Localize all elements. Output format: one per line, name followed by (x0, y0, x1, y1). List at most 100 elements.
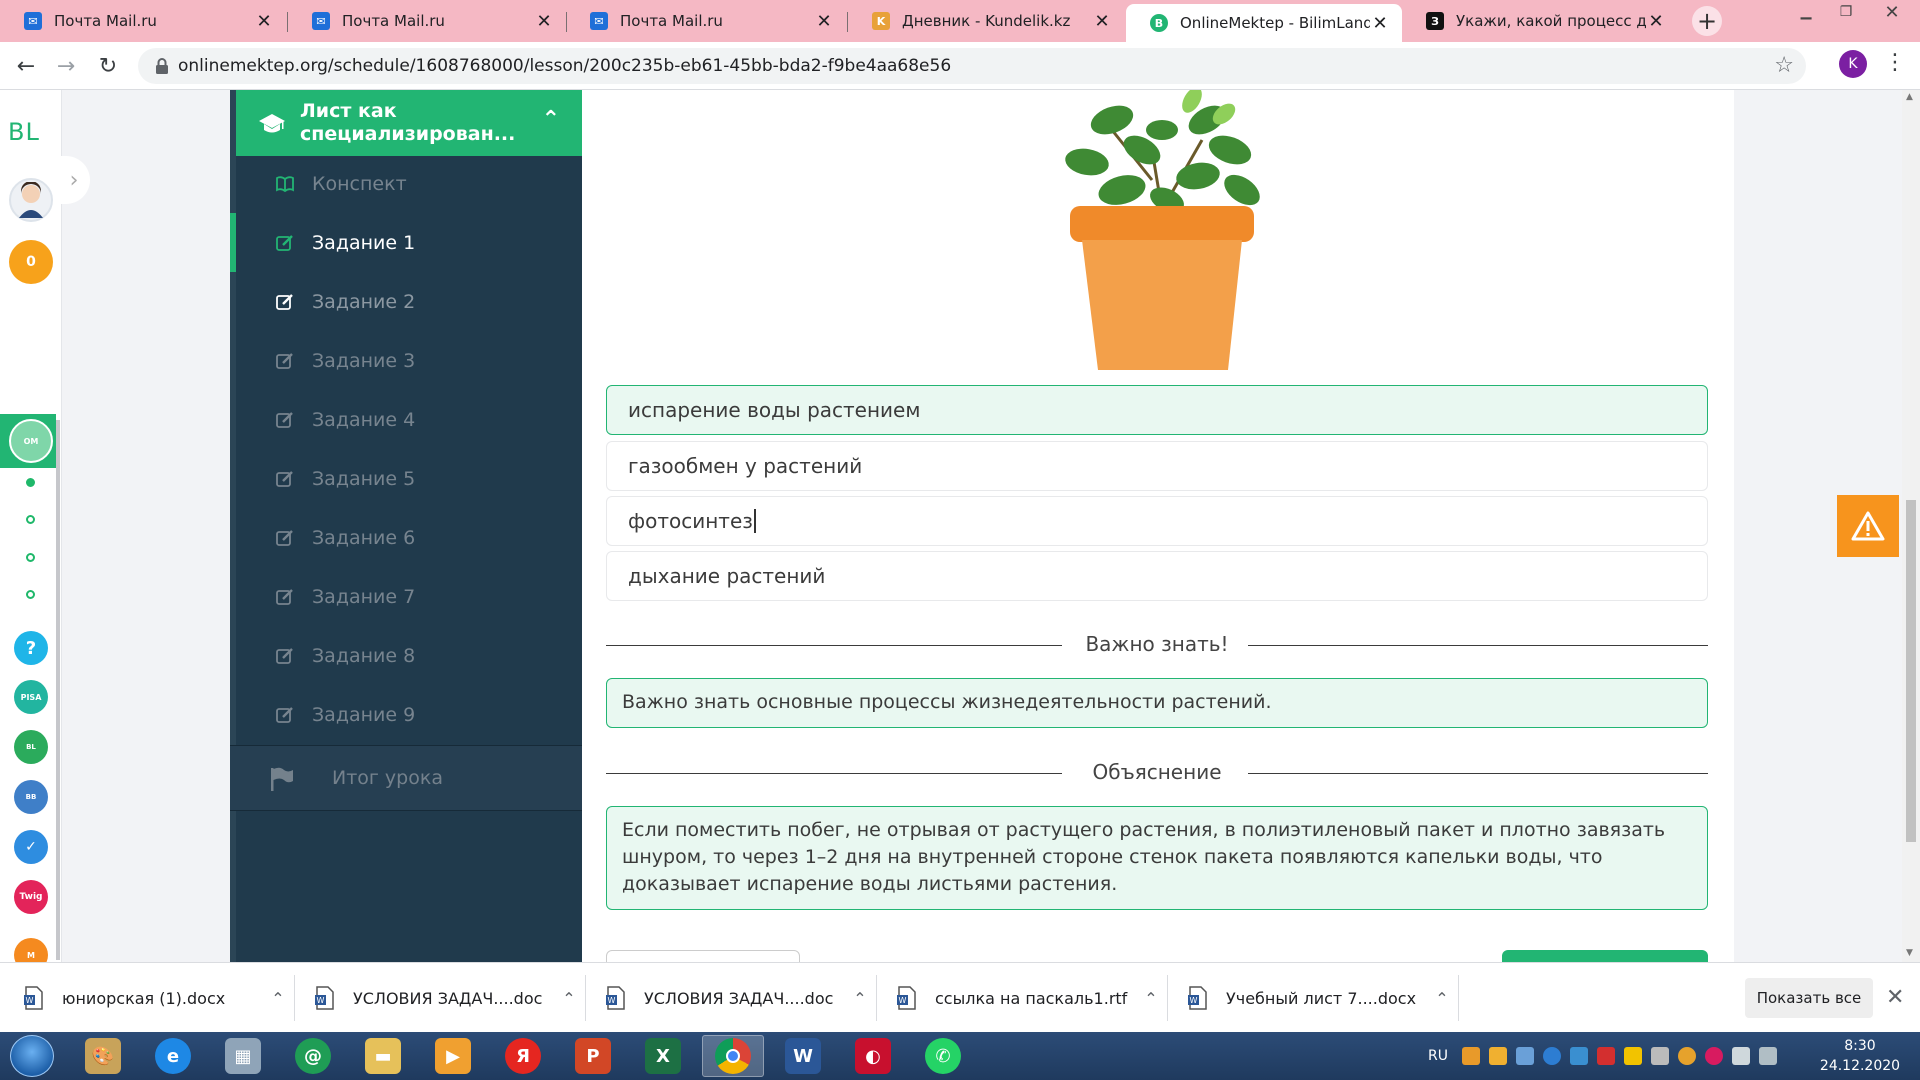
tray-app-icon[interactable] (1515, 1047, 1534, 1065)
scrollbar-thumb[interactable] (1906, 500, 1916, 842)
scroll-down-arrow-icon[interactable]: ▼ (1906, 948, 1913, 958)
close-icon[interactable]: ✕ (1092, 11, 1112, 32)
scroll-up-arrow-icon[interactable]: ▲ (1906, 92, 1913, 102)
close-icon[interactable]: ✕ (1886, 985, 1904, 1010)
tray-app-icon[interactable] (1461, 1047, 1480, 1065)
download-item[interactable]: W ссылка на паскаль1.rtf ⌃ (897, 963, 1161, 1033)
bilimland-app-icon[interactable]: BL (14, 730, 48, 764)
tray-app-icon[interactable] (1704, 1047, 1723, 1065)
profile-avatar[interactable]: K (1839, 50, 1867, 78)
bilimland-logo[interactable]: BL (8, 118, 40, 146)
tray-app-icon[interactable] (1569, 1047, 1588, 1065)
sidebar-item-task-5[interactable]: Задание 5 (236, 449, 582, 508)
rail-dot-active[interactable] (26, 478, 35, 487)
close-icon[interactable]: ✕ (1370, 13, 1390, 34)
show-all-downloads-button[interactable]: Показать все (1745, 978, 1873, 1018)
forward-button[interactable]: → (52, 52, 80, 80)
taskbar-antivirus[interactable]: ◐ (842, 1035, 904, 1077)
restore-button[interactable]: ❐ (1826, 0, 1866, 24)
close-icon[interactable]: ✕ (254, 11, 274, 32)
itest-icon[interactable]: ✓ (14, 830, 48, 864)
tray-app-icon[interactable] (1542, 1047, 1561, 1065)
user-avatar[interactable] (9, 178, 53, 222)
minimize-button[interactable]: ▁ (1786, 0, 1826, 24)
taskbar-media-player[interactable]: ▶ (422, 1035, 484, 1077)
sidebar-item-task-8[interactable]: Задание 8 (236, 626, 582, 685)
chevron-up-icon[interactable]: ⌃ (559, 989, 579, 1008)
printer-icon[interactable] (1731, 1047, 1750, 1065)
new-tab-button[interactable]: + (1692, 6, 1722, 36)
taskbar-powerpoint[interactable]: P (562, 1035, 624, 1077)
online-mektep-icon[interactable]: OM (9, 419, 53, 463)
browser-tab-znanija[interactable]: З Укажи, какой процесс демо ✕ (1402, 2, 1678, 40)
window-close-button[interactable]: ✕ (1872, 0, 1912, 24)
address-bar[interactable]: onlinemektep.org/schedule/1608768000/les… (138, 48, 1806, 84)
answer-option[interactable]: газообмен у растений (606, 441, 1708, 491)
bookmark-star-icon[interactable]: ☆ (1774, 53, 1794, 78)
browser-tab-bilimland[interactable]: B OnlineMektep - BilimLand ✕ (1126, 4, 1402, 42)
tray-app-icon[interactable] (1488, 1047, 1507, 1065)
download-item[interactable]: W юниорская (1).docx ⌃ (24, 963, 288, 1033)
download-item[interactable]: W УСЛОВИЯ ЗАДАЧ....doc ⌃ (315, 963, 579, 1033)
answer-option-correct[interactable]: испарение воды растением (606, 385, 1708, 435)
coins-badge[interactable]: 0 (9, 240, 53, 284)
answer-option[interactable]: фотосинтез (606, 496, 1708, 546)
twig-icon[interactable]: Twig (14, 880, 48, 914)
sidebar-item-task-2[interactable]: Задание 2 (236, 272, 582, 331)
volume-icon[interactable] (1650, 1047, 1669, 1065)
bilimbook-icon[interactable]: BB (14, 780, 48, 814)
browser-menu-icon[interactable]: ⋮ (1884, 50, 1906, 75)
chevron-up-icon[interactable]: ⌃ (1141, 989, 1161, 1008)
back-button[interactable]: ← (12, 52, 40, 80)
taskbar-word[interactable]: W (772, 1035, 834, 1077)
start-button[interactable] (10, 1035, 54, 1077)
mektep-icon[interactable]: M (14, 938, 48, 962)
rail-dot[interactable] (26, 553, 35, 562)
taskbar-explorer[interactable]: ▬ (352, 1035, 414, 1077)
sidebar-item-lesson-summary[interactable]: Итог урока (230, 745, 582, 811)
previous-task-button[interactable] (606, 950, 800, 962)
reload-button[interactable]: ↻ (94, 52, 122, 80)
close-icon[interactable]: ✕ (534, 11, 554, 32)
sidebar-item-task-1[interactable]: Задание 1 (230, 213, 582, 272)
help-icon[interactable]: ? (14, 631, 48, 665)
close-icon[interactable]: ✕ (814, 11, 834, 32)
tray-app-icon[interactable] (1677, 1047, 1696, 1065)
browser-tab-mail-3[interactable]: ✉ Почта Mail.ru ✕ (566, 2, 846, 40)
rail-scrollbar[interactable] (56, 420, 60, 960)
tray-app-icon[interactable] (1596, 1047, 1615, 1065)
taskbar-whatsapp[interactable]: ✆ (912, 1035, 974, 1077)
sidebar-item-konspekt[interactable]: Конспект (236, 154, 582, 213)
download-item[interactable]: W УСЛОВИЯ ЗАДАЧ....doc ⌃ (606, 963, 870, 1033)
taskbar-paint[interactable]: 🎨 (72, 1035, 134, 1077)
pisa-icon[interactable]: PISA (14, 680, 48, 714)
language-indicator[interactable]: RU (1428, 1048, 1448, 1064)
taskbar-yandex[interactable]: Я (492, 1035, 554, 1077)
taskbar-internet-explorer[interactable]: e (142, 1035, 204, 1077)
taskbar-chrome[interactable] (702, 1035, 764, 1077)
download-item[interactable]: W Учебный лист 7....docx ⌃ (1188, 963, 1452, 1033)
browser-tab-kundelik[interactable]: K Дневник - Kundelik.kz ✕ (848, 2, 1124, 40)
close-icon[interactable]: ✕ (1646, 11, 1666, 32)
network-icon[interactable] (1758, 1047, 1777, 1065)
page-scrollbar[interactable]: ▲ ▼ (1902, 90, 1920, 962)
chevron-up-icon[interactable]: ⌃ (542, 108, 560, 131)
taskbar-mail-agent[interactable]: @ (282, 1035, 344, 1077)
chevron-up-icon[interactable]: ⌃ (850, 989, 870, 1008)
sidebar-item-task-9[interactable]: Задание 9 (236, 685, 582, 744)
rail-dot[interactable] (26, 515, 35, 524)
sidebar-item-task-7[interactable]: Задание 7 (236, 567, 582, 626)
chevron-up-icon[interactable]: ⌃ (268, 989, 288, 1008)
sidebar-item-task-6[interactable]: Задание 6 (236, 508, 582, 567)
tray-app-icon[interactable] (1623, 1047, 1642, 1065)
lesson-section-header[interactable]: Лист как специализирован... ⌃ (236, 90, 582, 156)
report-problem-button[interactable] (1837, 495, 1899, 557)
system-clock[interactable]: 8:30 24.12.2020 (1810, 1036, 1910, 1076)
browser-tab-mail-1[interactable]: ✉ Почта Mail.ru ✕ (0, 2, 286, 40)
chevron-up-icon[interactable]: ⌃ (1432, 989, 1452, 1008)
answer-option[interactable]: дыхание растений (606, 551, 1708, 601)
sidebar-item-task-3[interactable]: Задание 3 (236, 331, 582, 390)
next-task-button[interactable] (1502, 950, 1708, 962)
taskbar-excel[interactable]: X (632, 1035, 694, 1077)
sidebar-item-task-4[interactable]: Задание 4 (236, 390, 582, 449)
